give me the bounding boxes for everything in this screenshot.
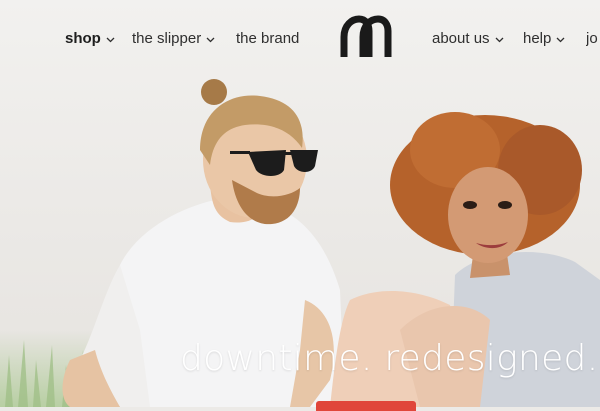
chevron-down-icon xyxy=(206,37,215,43)
nav-item-about-us[interactable]: about us xyxy=(432,29,504,49)
hero-tagline: downtime. redesigned. xyxy=(180,338,599,379)
nav-item-the-slipper[interactable]: the slipper xyxy=(132,29,215,49)
nav-item-label: jo xyxy=(586,30,598,47)
nav-item-label: about us xyxy=(432,30,490,47)
nav-item-the-brand[interactable]: the brand xyxy=(236,29,299,49)
nav-item-help[interactable]: help xyxy=(523,29,565,49)
hero-cta-button[interactable] xyxy=(316,401,416,411)
nav-item-journal[interactable]: jo xyxy=(586,29,600,49)
chevron-down-icon xyxy=(495,37,504,43)
mahabis-logo-icon[interactable] xyxy=(339,15,393,59)
nav-item-label: help xyxy=(523,30,552,47)
nav-item-label: the brand xyxy=(236,30,300,47)
nav-item-label: the slipper xyxy=(132,30,202,47)
main-navigation: shop the slipper the brand about us help… xyxy=(0,0,600,76)
nav-item-label: shop xyxy=(65,30,101,47)
chevron-down-icon xyxy=(556,37,565,43)
nav-item-shop[interactable]: shop xyxy=(65,29,115,49)
chevron-down-icon xyxy=(106,37,115,43)
